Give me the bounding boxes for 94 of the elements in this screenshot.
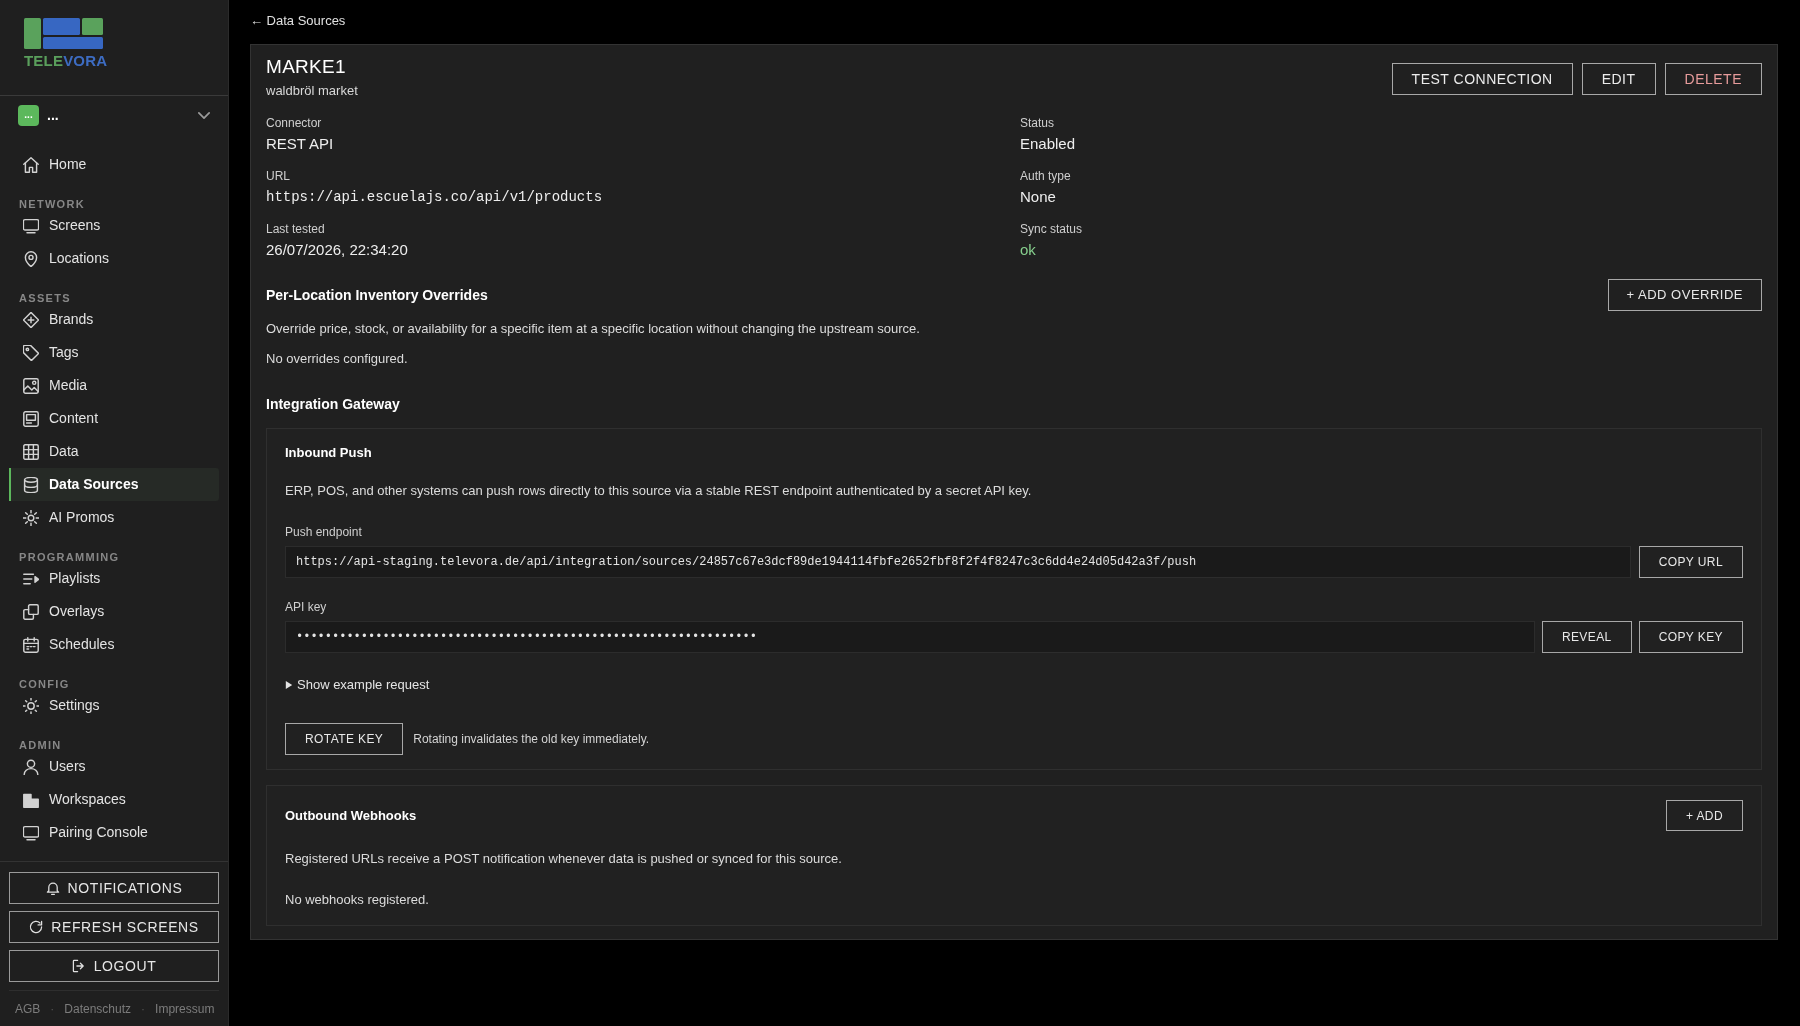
separator-dot: · — [50, 1000, 55, 1018]
endpoint-field[interactable]: https://api-staging.televora.de/api/integration/sources/24857c67e3dcf89de1944114fbfe2652fbf8f2f4f8247c3c6dd4e24d05d42a3f/push — [285, 546, 1631, 578]
nav-section-heading: ADMIN — [19, 739, 62, 751]
tag-icon — [23, 344, 39, 361]
action-button[interactable]: EDIT — [1581, 63, 1656, 95]
field-label: Sync status — [1020, 221, 1084, 237]
helper-text: Rotating invalidates the old key immediately. — [413, 731, 650, 748]
bell-icon — [45, 881, 60, 895]
logo-mark-icon — [24, 18, 103, 49]
map-pin-icon — [23, 250, 39, 267]
nav-section-heading: PROGRAMMING — [19, 551, 120, 563]
nav-item[interactable]: Data — [9, 435, 219, 468]
home-icon — [23, 156, 39, 173]
layout-icon — [23, 410, 39, 427]
source-title: MARKE1 — [266, 55, 347, 79]
nav-item[interactable]: Content — [9, 402, 219, 435]
logout-icon — [71, 959, 86, 973]
footer-link[interactable]: Impressum — [155, 999, 215, 1018]
refresh-icon — [29, 920, 44, 934]
monitor-icon — [23, 824, 39, 841]
footer-link[interactable]: Datenschutz — [64, 999, 132, 1018]
workspace-name[interactable]: ... — [47, 104, 198, 126]
source-subtitle: waldbröl market — [266, 82, 358, 100]
field-value: REST API — [266, 134, 335, 154]
field-label: Last tested — [266, 221, 326, 237]
sidebar-action-button[interactable]: NOTIFICATIONS — [9, 872, 219, 904]
field-label: Status — [1020, 115, 1056, 131]
action-button[interactable]: TEST CONNECTION — [1391, 63, 1573, 95]
database-icon — [23, 476, 39, 493]
nav-item[interactable]: Home — [9, 148, 219, 181]
field-value: https://api.escuelajs.co/api/v1/products — [266, 188, 604, 207]
chevron-down-icon[interactable] — [198, 111, 210, 119]
sidebar-action-button[interactable]: LOGOUT — [9, 950, 219, 982]
playlist-icon — [23, 570, 39, 587]
copy-url-button[interactable]: COPY URL — [1638, 546, 1743, 578]
reveal-button[interactable]: REVEAL — [1541, 621, 1632, 653]
monitor-icon — [23, 217, 39, 234]
copy-key-button[interactable]: COPY KEY — [1638, 621, 1743, 653]
panel-description: ERP, POS, and other systems can push rows directly to this source via a stable REST endpoint authenticated by a secret API key. — [285, 482, 1033, 500]
add-webhook-button[interactable]: + ADD — [1666, 800, 1743, 831]
user-icon — [23, 758, 39, 775]
empty-state-text: No webhooks registered. — [285, 891, 430, 909]
nav-item[interactable]: Data Sources — [9, 468, 219, 501]
overlapping-squares-icon — [23, 603, 39, 620]
diamond-plus-icon — [23, 311, 39, 328]
nav-section-heading: NETWORK — [19, 198, 85, 210]
sidebar-action-button[interactable]: REFRESH SCREENS — [9, 911, 219, 943]
field-value: Enabled — [1020, 134, 1077, 154]
panel-heading: Inbound Push — [285, 444, 373, 462]
buildings-icon — [23, 791, 39, 808]
grid-icon — [23, 443, 39, 460]
nav-item[interactable]: Media — [9, 369, 219, 402]
disclosure-toggle[interactable]: Show example request — [285, 676, 430, 694]
nav-item[interactable]: Tags — [9, 336, 219, 369]
nav-item[interactable]: Playlists — [9, 562, 219, 595]
settings-icon — [23, 697, 39, 714]
field-label: Push endpoint — [285, 524, 363, 540]
workspace-avatar: ... — [18, 104, 39, 126]
field-label: Auth type — [1020, 168, 1072, 184]
field-label: Connector — [266, 115, 323, 131]
image-icon — [23, 377, 39, 394]
add-override-button[interactable]: + ADD OVERRIDE — [1607, 279, 1762, 311]
field-value: None — [1020, 187, 1057, 207]
section-heading: Per-Location Inventory Overrides — [266, 286, 488, 305]
nav-item[interactable]: Pairing Console — [9, 816, 219, 849]
nav-item[interactable]: Schedules — [9, 628, 219, 661]
nav-item[interactable]: Screens — [9, 209, 219, 242]
panel-description: Registered URLs receive a POST notification whenever data is pushed or synced for this source. — [285, 850, 843, 868]
logo-wordmark: TELEVORA — [24, 52, 108, 69]
section-description: Override price, stock, or availability for a specific item at a specific location without changing the upstream source. — [266, 320, 921, 338]
rotate-key-button[interactable]: ROTATE KEY — [285, 723, 404, 755]
footer-link[interactable]: AGB — [15, 999, 41, 1018]
nav-item[interactable]: Workspaces — [9, 783, 219, 816]
nav-item[interactable]: Settings — [9, 689, 219, 722]
nav-section-heading: ASSETS — [19, 292, 71, 304]
field-value: ok — [1020, 240, 1037, 260]
nav-item[interactable]: Brands — [9, 303, 219, 336]
nav-section-heading: CONFIG — [19, 678, 70, 690]
section-heading: Integration Gateway — [266, 395, 401, 414]
field-label: URL — [266, 168, 291, 184]
nav-item[interactable]: AI Promos — [9, 501, 219, 534]
nav-item[interactable]: Users — [9, 750, 219, 783]
field-label: API key — [285, 599, 328, 615]
sun-icon — [23, 509, 39, 526]
nav-item[interactable]: Locations — [9, 242, 219, 275]
separator-dot: · — [141, 1000, 146, 1018]
delete-button[interactable]: DELETE — [1664, 63, 1762, 95]
field-value: 26/07/2026, 22:34:20 — [266, 240, 409, 260]
calendar-icon — [23, 636, 39, 653]
panel-heading: Outbound Webhooks — [285, 806, 417, 825]
empty-state-text: No overrides configured. — [266, 350, 409, 368]
api-key-field[interactable]: •••••••••••••••••••••••••••••••••••••••••••••••••••••••••••••••• — [285, 621, 1535, 653]
back-link[interactable]: ← Data Sources — [250, 12, 346, 30]
nav-item[interactable]: Overlays — [9, 595, 219, 628]
